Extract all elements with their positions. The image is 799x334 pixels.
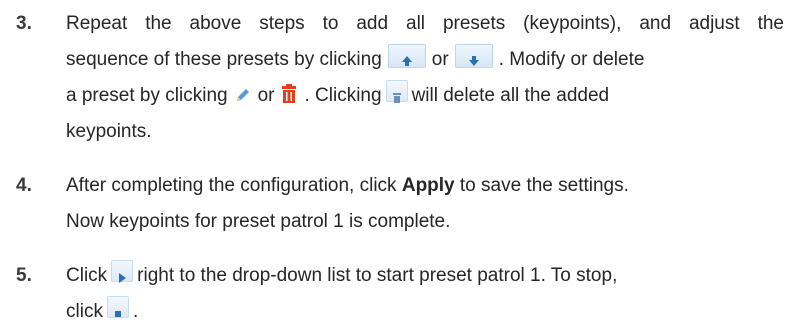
apply-label: Apply: [401, 175, 455, 196]
text-line: sequence of these presets by clicking or.…: [66, 42, 784, 78]
text-line: Repeat the above steps to add all preset…: [66, 13, 784, 34]
text-span: to save the settings.: [459, 175, 629, 196]
text-line: keypoints.: [66, 121, 152, 142]
text-span: . Modify or delete: [498, 49, 645, 70]
step-paragraph: Repeat the above steps to add all preset…: [66, 6, 784, 150]
step-number: 4.: [16, 175, 32, 196]
text-span: right to the drop-down list to start pre…: [137, 265, 618, 286]
step-number: 5.: [16, 265, 32, 286]
text-span: click: [66, 301, 103, 322]
trash-icon[interactable]: [280, 84, 298, 104]
text-line: Now keypoints for preset patrol 1 is com…: [66, 211, 451, 232]
play-icon[interactable]: [111, 260, 134, 283]
text-line: Click right to the drop-down list to star…: [66, 258, 784, 294]
text-line: a preset by clicking or . Clicking will del…: [66, 78, 784, 114]
arrow-up-icon[interactable]: [387, 44, 426, 68]
text-span: . Clicking: [304, 85, 382, 106]
text-span: or: [257, 85, 275, 106]
text-span: or: [431, 49, 449, 70]
stop-icon[interactable]: [106, 296, 129, 318]
step-paragraph: After completing the configuration, clic…: [66, 168, 784, 240]
text-span: After completing the configuration, clic…: [66, 175, 397, 196]
step-paragraph: Click right to the drop-down list to star…: [66, 258, 784, 330]
text-line: After completing the configuration, clic…: [66, 168, 784, 204]
pencil-icon[interactable]: [234, 86, 252, 104]
text-line: click.: [66, 294, 784, 330]
text-span: Click: [66, 265, 108, 286]
step-number: 3.: [16, 13, 32, 34]
text-span: a preset by clicking: [66, 85, 228, 106]
document-page: 3. Repeat the above steps to add all pre…: [0, 0, 799, 334]
text-span: sequence of these presets by clicking: [66, 49, 382, 70]
text-span: .: [132, 301, 139, 322]
text-span: will delete all the added: [411, 85, 610, 106]
arrow-down-icon[interactable]: [454, 44, 493, 68]
trash-all-icon[interactable]: [385, 80, 408, 103]
